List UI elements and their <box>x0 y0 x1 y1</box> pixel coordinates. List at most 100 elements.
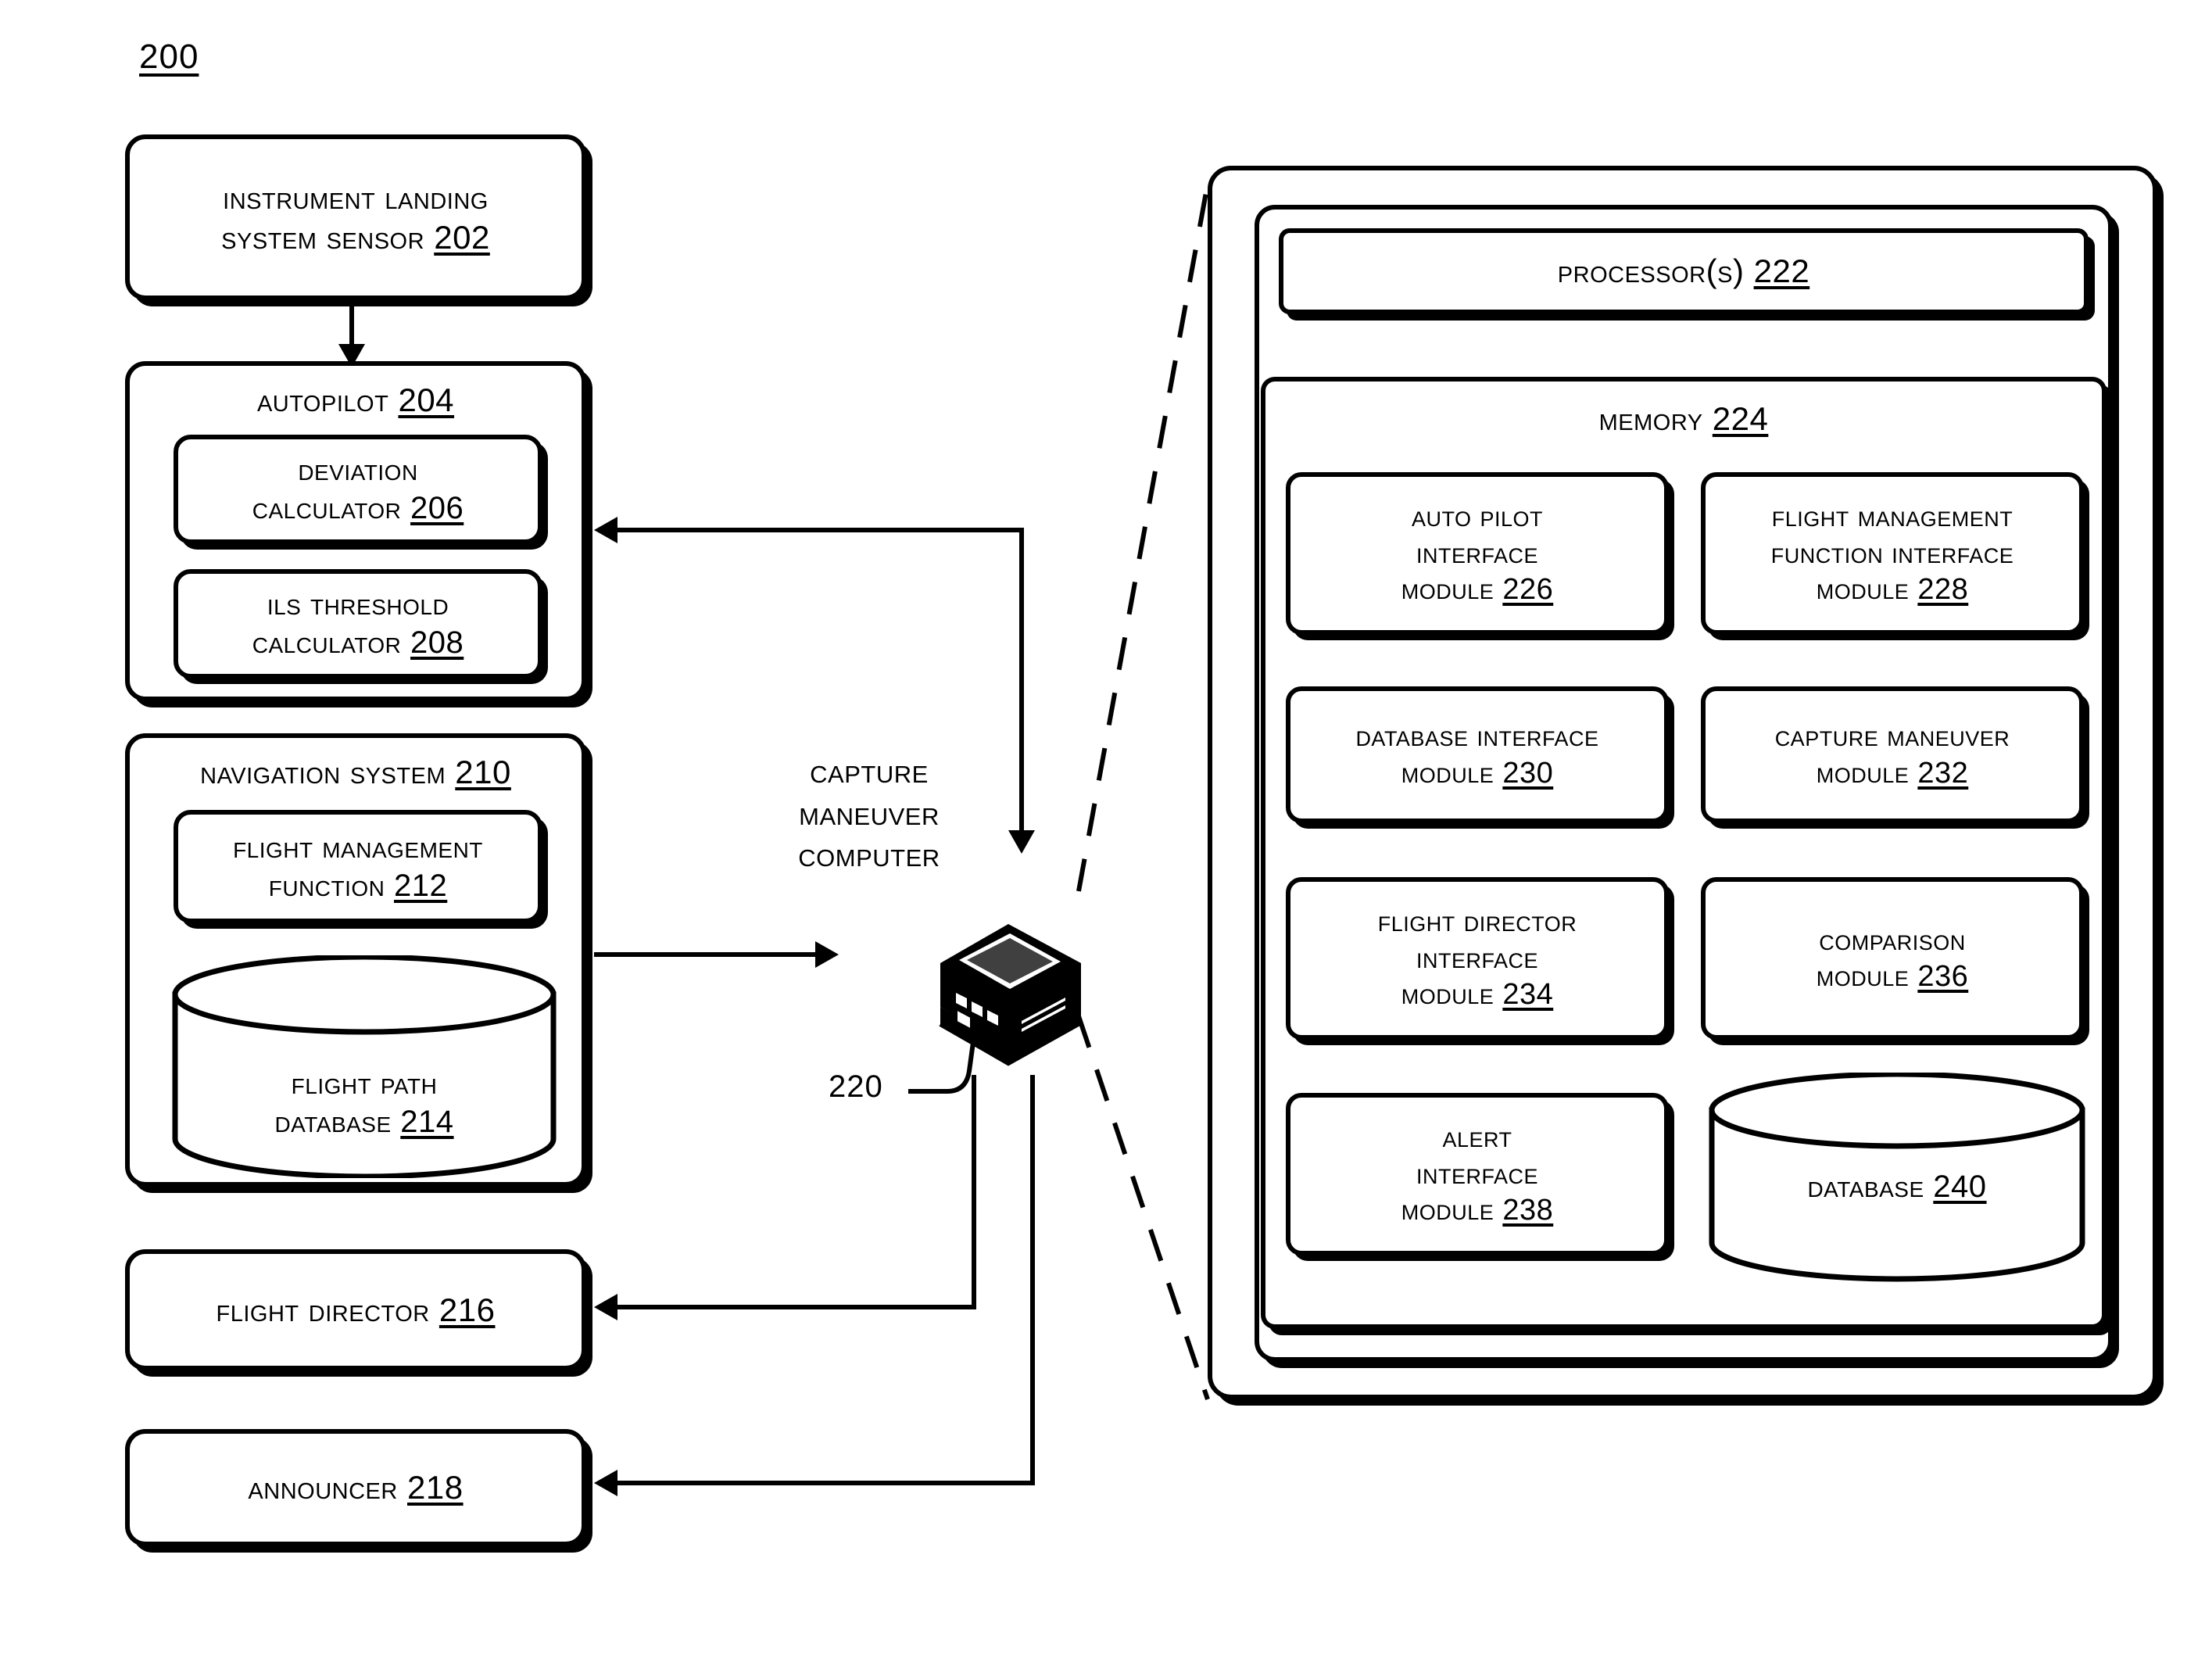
connector-cmc-to-announcer-vertical <box>1030 1075 1035 1485</box>
box-module-238: Alert Interface Module 238 <box>1286 1093 1669 1256</box>
callout-220-text: 220 <box>829 1069 883 1104</box>
module-236-line1: Comparison <box>1819 923 1966 957</box>
flight-director-title: Flight Director <box>216 1291 430 1328</box>
module-228-line3: Module <box>1816 573 1910 607</box>
module-234-label: Flight Director Interface Module 234 <box>1378 904 1577 1012</box>
fmf-line2: Function <box>268 868 385 903</box>
box-flight-director: Flight Director 216 <box>125 1249 586 1370</box>
patent-figure-canvas: 200 Instrument Landing System Sensor 202… <box>0 0 2205 1680</box>
navigation-system-title: Navigation System 210 <box>130 752 582 792</box>
module-238-line3: Module <box>1401 1194 1494 1227</box>
ils-threshold-calculator-label: ILS Threshold Calculator 208 <box>252 586 464 662</box>
module-230-line1: Database Interface <box>1355 720 1599 754</box>
module-232-label: Capture Maneuver Module 232 <box>1775 718 2010 791</box>
memory-ref: 224 <box>1712 400 1769 437</box>
module-228-ref: 228 <box>1917 573 1969 607</box>
announcer-ref: 218 <box>407 1469 464 1506</box>
arrow-nav-to-cmc <box>815 941 839 968</box>
flight-path-db-ref: 214 <box>400 1104 454 1139</box>
module-234-line2: Interface <box>1416 941 1538 975</box>
flight-director-ref: 216 <box>438 1291 496 1328</box>
module-236-ref: 236 <box>1917 960 1969 993</box>
cmc-label-line2: Maneuver <box>799 793 940 833</box>
callout-220: 220 <box>829 1069 883 1105</box>
flight-path-db-line1: Flight Path <box>291 1066 438 1101</box>
module-238-label: Alert Interface Module 238 <box>1401 1119 1553 1228</box>
module-230-ref: 230 <box>1502 756 1554 790</box>
ils-threshold-line2: Calculator <box>252 625 402 660</box>
announcer-title: Announcer <box>248 1469 398 1506</box>
deviation-calculator-label: Deviation Calculator 206 <box>252 451 464 528</box>
fmf-ref: 212 <box>394 868 448 903</box>
cylinder-database-240: Database 240 <box>1706 1073 2089 1282</box>
ils-sensor-line1: Instrument Landing <box>223 178 489 216</box>
box-module-226: Auto Pilot Interface Module 226 <box>1286 472 1669 635</box>
deviation-calculator-line2: Calculator <box>252 491 402 525</box>
fmf-label: Flight Management Function 212 <box>233 829 483 905</box>
ils-sensor-ref: 202 <box>434 219 490 256</box>
box-announcer: Announcer 218 <box>125 1429 586 1546</box>
module-236-line2: Module <box>1816 960 1910 993</box>
module-236-label: Comparison Module 236 <box>1817 922 1968 995</box>
module-226-line3: Module <box>1401 573 1494 607</box>
cylinder-flight-path-database: Flight Path Database 214 <box>169 955 560 1178</box>
box-module-234: Flight Director Interface Module 234 <box>1286 877 1669 1040</box>
module-230-label: Database Interface Module 230 <box>1355 718 1598 791</box>
connector-cmc-to-autopilot-vertical <box>1019 528 1024 836</box>
processors-ref: 222 <box>1753 253 1810 290</box>
box-ils-threshold-calculator: ILS Threshold Calculator 208 <box>174 569 542 679</box>
module-228-line1: Flight management <box>1771 500 2013 534</box>
ils-threshold-line1: ILS Threshold <box>267 587 449 622</box>
module-232-line2: Module <box>1816 756 1910 790</box>
module-238-ref: 238 <box>1502 1194 1554 1227</box>
module-226-line1: Auto Pilot <box>1411 500 1544 534</box>
box-module-236: Comparison Module 236 <box>1701 877 2084 1040</box>
autopilot-ref: 204 <box>398 381 455 418</box>
flight-director-label: Flight Director 216 <box>217 1290 496 1330</box>
module-234-line1: Flight Director <box>1377 905 1577 939</box>
module-226-ref: 226 <box>1502 573 1554 607</box>
ils-sensor-label: Instrument Landing System Sensor 202 <box>221 177 490 257</box>
autopilot-title-text: Autopilot <box>256 381 389 418</box>
connector-cmc-to-announcer-horizontal <box>617 1481 1035 1485</box>
deviation-calculator-ref: 206 <box>410 491 464 525</box>
arrow-down-into-cmc <box>1008 830 1035 854</box>
leader-line-lower <box>1076 1016 1210 1400</box>
module-228-line2: function Interface <box>1770 536 2014 570</box>
module-234-ref: 234 <box>1502 978 1554 1012</box>
box-ils-sensor: Instrument Landing System Sensor 202 <box>125 134 586 300</box>
module-228-label: Flight management function Interface Mod… <box>1771 499 2014 607</box>
box-module-230: Database Interface Module 230 <box>1286 686 1669 823</box>
autopilot-title: Autopilot 204 <box>130 380 582 420</box>
box-module-228: Flight management function Interface Mod… <box>1701 472 2084 635</box>
box-deviation-calculator: Deviation Calculator 206 <box>174 435 542 544</box>
box-flight-management-function: Flight Management Function 212 <box>174 810 542 923</box>
module-238-line1: Alert <box>1442 1121 1512 1155</box>
module-238-line2: Interface <box>1416 1157 1538 1191</box>
connector-ils-to-autopilot <box>349 305 354 348</box>
capture-maneuver-computer-label: Capture Maneuver Computer <box>752 750 986 876</box>
database-240-title: Database <box>1807 1170 1924 1204</box>
module-232-ref: 232 <box>1917 756 1969 790</box>
cmc-label-line3: Computer <box>798 836 940 875</box>
database-240-label: Database 240 <box>1706 1168 2089 1206</box>
module-226-label: Auto Pilot Interface Module 226 <box>1401 499 1553 607</box>
module-226-line2: Interface <box>1416 536 1538 570</box>
deviation-calculator-line1: Deviation <box>298 453 418 488</box>
processors-label: Processor(s) 222 <box>1558 251 1809 291</box>
fmf-line1: Flight Management <box>233 829 483 865</box>
arrow-to-announcer <box>594 1470 617 1496</box>
connector-cmc-to-fd-horizontal <box>617 1305 976 1309</box>
box-module-232: Capture Maneuver Module 232 <box>1701 686 2084 823</box>
flight-path-db-line2: Database <box>274 1104 392 1139</box>
arrow-to-autopilot <box>594 517 617 543</box>
ils-sensor-line2: System Sensor <box>221 219 425 256</box>
announcer-label: Announcer 218 <box>248 1467 463 1507</box>
arrow-to-flight-director <box>594 1294 617 1320</box>
flight-path-db-label: Flight Path Database 214 <box>169 1065 560 1141</box>
memory-title: Memory 224 <box>1265 399 2102 439</box>
processors-title: Processor(s) <box>1557 253 1745 290</box>
box-processors: Processor(s) 222 <box>1279 228 2089 314</box>
module-230-line2: Module <box>1401 756 1494 790</box>
cmc-label-line1: Capture <box>810 752 929 790</box>
